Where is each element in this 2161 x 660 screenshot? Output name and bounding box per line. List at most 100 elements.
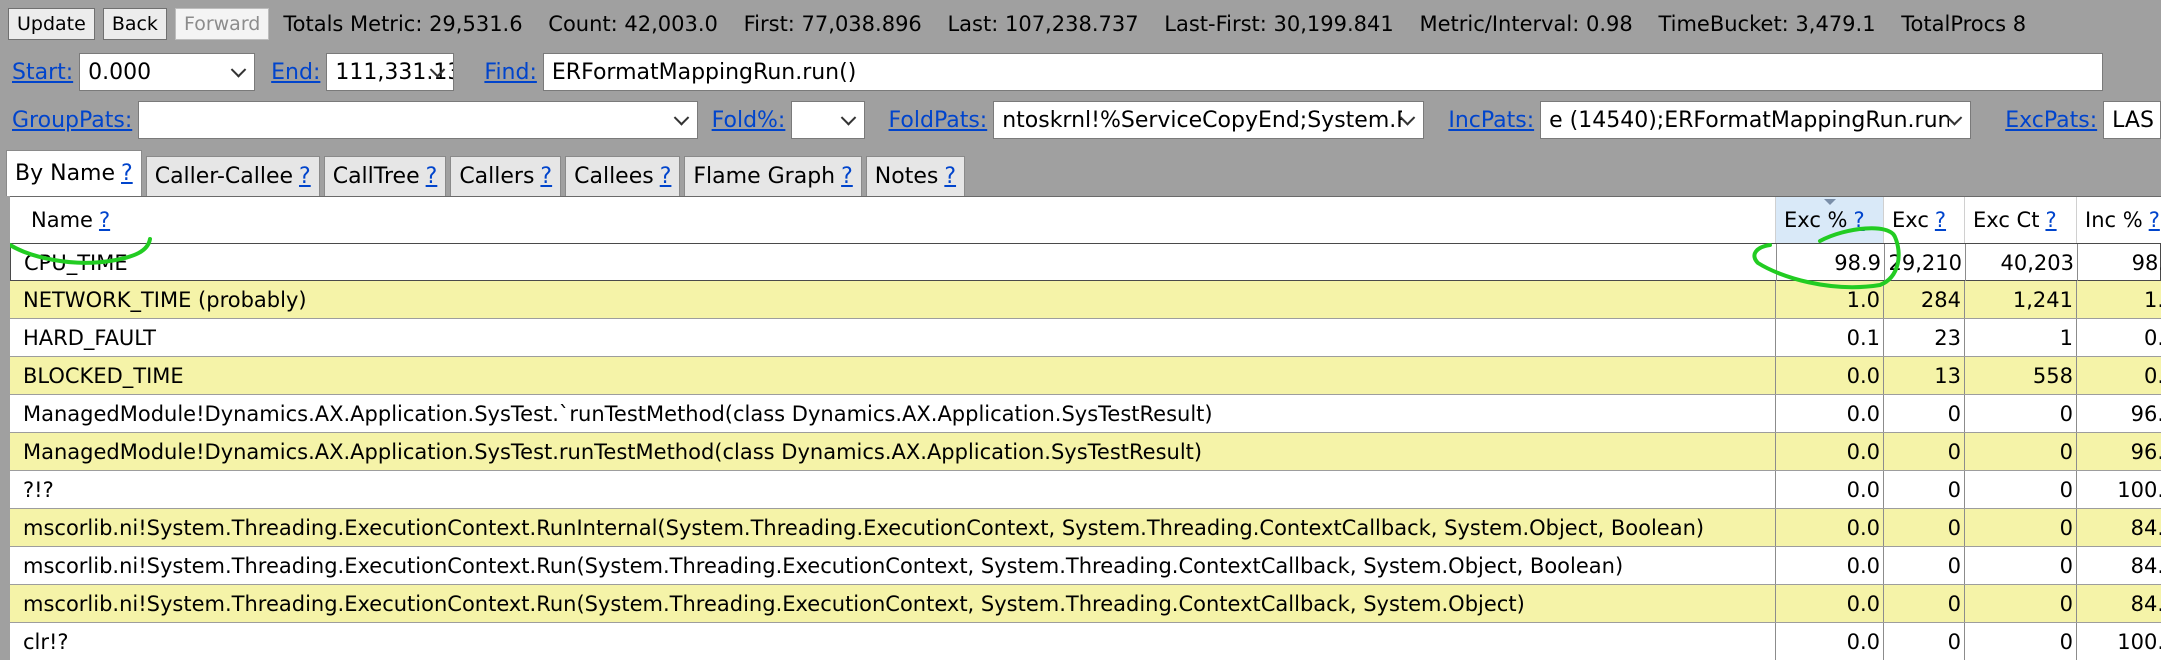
inc-pct-cell[interactable]: 84. — [2077, 509, 2161, 546]
column-header-exc[interactable]: Exc ? — [1884, 197, 1965, 243]
start-field[interactable]: 0.000 — [79, 53, 256, 91]
tab-help-link[interactable]: ? — [121, 161, 133, 186]
exc-cell[interactable]: 0 — [1884, 547, 1965, 584]
tab-notes[interactable]: Notes ? — [865, 156, 966, 196]
column-help-link[interactable]: ? — [2149, 208, 2160, 232]
exc-cell[interactable]: 0 — [1884, 623, 1965, 660]
foldpats-field[interactable]: ntoskrnl!%ServiceCopyEnd;System.Rur — [993, 101, 1425, 139]
name-cell[interactable]: mscorlib.ni!System.Threading.ExecutionCo… — [10, 585, 1776, 622]
table-row[interactable]: HARD_FAULT0.12310. — [10, 319, 2161, 357]
exc-cell[interactable]: 0 — [1884, 509, 1965, 546]
incpats-field[interactable]: e (14540);ERFormatMappingRun.run() — [1540, 101, 1972, 139]
chevron-down-icon[interactable] — [840, 110, 856, 126]
table-row[interactable]: ManagedModule!Dynamics.AX.Application.Sy… — [10, 433, 2161, 471]
table-row[interactable]: clr!? 0.0 0 0 100. — [10, 623, 2161, 660]
tab-flame-graph[interactable]: Flame Graph ? — [684, 156, 862, 196]
exc-ct-cell[interactable]: 0 — [1965, 509, 2077, 546]
tab-help-link[interactable]: ? — [841, 164, 853, 189]
foldpats-link[interactable]: FoldPats: — [889, 108, 988, 133]
exc-cell[interactable]: 13 — [1884, 357, 1965, 394]
end-field[interactable]: 111,331.130 — [326, 53, 455, 91]
exc-cell[interactable]: 0 — [1884, 471, 1965, 508]
name-cell[interactable]: ManagedModule!Dynamics.AX.Application.Sy… — [10, 395, 1776, 432]
table-row[interactable]: CPU_TIME98.929,21040,20398. — [10, 243, 2161, 281]
tab-callers[interactable]: Callers ? — [450, 156, 562, 196]
exc-cell[interactable]: 0 — [1884, 433, 1965, 470]
exc-ct-cell[interactable]: 0 — [1965, 433, 2077, 470]
column-header-exc-ct[interactable]: Exc Ct ? — [1965, 197, 2077, 243]
foldpct-field[interactable] — [791, 101, 865, 139]
name-cell[interactable]: mscorlib.ni!System.Threading.ExecutionCo… — [10, 547, 1776, 584]
exc-ct-cell[interactable]: 0 — [1965, 471, 2077, 508]
chevron-down-icon[interactable] — [1400, 110, 1416, 126]
exc-cell[interactable]: 29,210 — [1885, 244, 1966, 281]
exc-ct-cell[interactable]: 0 — [1965, 395, 2077, 432]
back-button[interactable]: Back — [102, 8, 167, 40]
inc-pct-cell[interactable]: 0. — [2077, 319, 2161, 356]
table-row[interactable]: mscorlib.ni!System.Threading.ExecutionCo… — [10, 509, 2161, 547]
exc-pct-cell[interactable]: 0.0 — [1776, 471, 1884, 508]
name-cell[interactable]: mscorlib.ni!System.Threading.ExecutionCo… — [10, 509, 1776, 546]
tab-help-link[interactable]: ? — [299, 164, 311, 189]
exc-cell[interactable]: 23 — [1884, 319, 1965, 356]
inc-pct-cell[interactable]: 84. — [2077, 585, 2161, 622]
inc-pct-cell[interactable]: 100. — [2077, 623, 2161, 660]
exc-pct-cell[interactable]: 0.0 — [1776, 357, 1884, 394]
start-link[interactable]: Start: — [12, 60, 73, 85]
column-help-link[interactable]: ? — [1935, 208, 1946, 232]
tab-help-link[interactable]: ? — [660, 164, 672, 189]
inc-pct-cell[interactable]: 84. — [2077, 547, 2161, 584]
tab-caller-callee[interactable]: Caller-Callee ? — [145, 156, 320, 196]
excpats-field[interactable]: LAS — [2103, 101, 2161, 139]
inc-pct-cell[interactable]: 96. — [2077, 395, 2161, 432]
column-help-link[interactable]: ? — [99, 208, 110, 232]
grouppats-field[interactable] — [138, 101, 698, 139]
exc-ct-cell[interactable]: 0 — [1965, 585, 2077, 622]
exc-pct-cell[interactable]: 0.0 — [1776, 623, 1884, 660]
exc-cell[interactable]: 284 — [1884, 281, 1965, 318]
exc-ct-cell[interactable]: 1,241 — [1965, 281, 2077, 318]
tab-help-link[interactable]: ? — [540, 164, 552, 189]
inc-pct-cell[interactable]: 96. — [2077, 433, 2161, 470]
chevron-down-icon[interactable] — [673, 110, 689, 126]
excpats-link[interactable]: ExcPats: — [2005, 108, 2097, 133]
name-cell[interactable]: clr!? — [10, 623, 1776, 660]
foldpct-link[interactable]: Fold%: — [712, 108, 786, 133]
exc-ct-cell[interactable]: 1 — [1965, 319, 2077, 356]
inc-pct-cell[interactable]: 0. — [2077, 357, 2161, 394]
end-link[interactable]: End: — [271, 60, 320, 85]
exc-pct-cell[interactable]: 0.0 — [1776, 585, 1884, 622]
inc-pct-cell[interactable]: 100. — [2077, 471, 2161, 508]
table-row[interactable]: mscorlib.ni!System.Threading.ExecutionCo… — [10, 585, 2161, 623]
exc-cell[interactable]: 0 — [1884, 395, 1965, 432]
tab-callees[interactable]: Callees ? — [565, 156, 681, 196]
exc-pct-cell[interactable]: 98.9 — [1777, 244, 1885, 281]
exc-pct-cell[interactable]: 0.1 — [1776, 319, 1884, 356]
table-row[interactable]: ?!? 0.0 0 0 100. — [10, 471, 2161, 509]
exc-pct-cell[interactable]: 1.0 — [1776, 281, 1884, 318]
exc-ct-cell[interactable]: 0 — [1965, 623, 2077, 660]
update-button[interactable]: Update — [8, 8, 95, 40]
tab-help-link[interactable]: ? — [426, 164, 438, 189]
tab-help-link[interactable]: ? — [944, 164, 956, 189]
exc-ct-cell[interactable]: 40,203 — [1966, 244, 2078, 281]
column-help-link[interactable]: ? — [2045, 208, 2056, 232]
table-row[interactable]: NETWORK_TIME (probably)1.02841,2411. — [10, 281, 2161, 319]
incpats-link[interactable]: IncPats: — [1448, 108, 1534, 133]
exc-pct-cell[interactable]: 0.0 — [1776, 509, 1884, 546]
name-cell[interactable]: ?!? — [10, 471, 1776, 508]
tab-by-name[interactable]: By Name ? — [6, 150, 142, 196]
name-cell[interactable]: ManagedModule!Dynamics.AX.Application.Sy… — [10, 433, 1776, 470]
grouppats-link[interactable]: GroupPats: — [12, 108, 132, 133]
inc-pct-cell[interactable]: 1. — [2077, 281, 2161, 318]
forward-button[interactable]: Forward — [174, 8, 270, 40]
column-header-inc-pct[interactable]: Inc % ? — [2077, 197, 2161, 243]
name-cell[interactable]: BLOCKED_TIME — [10, 357, 1776, 394]
exc-pct-cell[interactable]: 0.0 — [1776, 395, 1884, 432]
name-cell[interactable]: CPU_TIME — [11, 244, 1777, 281]
tab-calltree[interactable]: CallTree ? — [323, 156, 447, 196]
name-cell[interactable]: NETWORK_TIME (probably) — [10, 281, 1776, 318]
table-row[interactable]: mscorlib.ni!System.Threading.ExecutionCo… — [10, 547, 2161, 585]
find-input[interactable]: ERFormatMappingRun.run() — [542, 53, 2103, 91]
exc-ct-cell[interactable]: 558 — [1965, 357, 2077, 394]
